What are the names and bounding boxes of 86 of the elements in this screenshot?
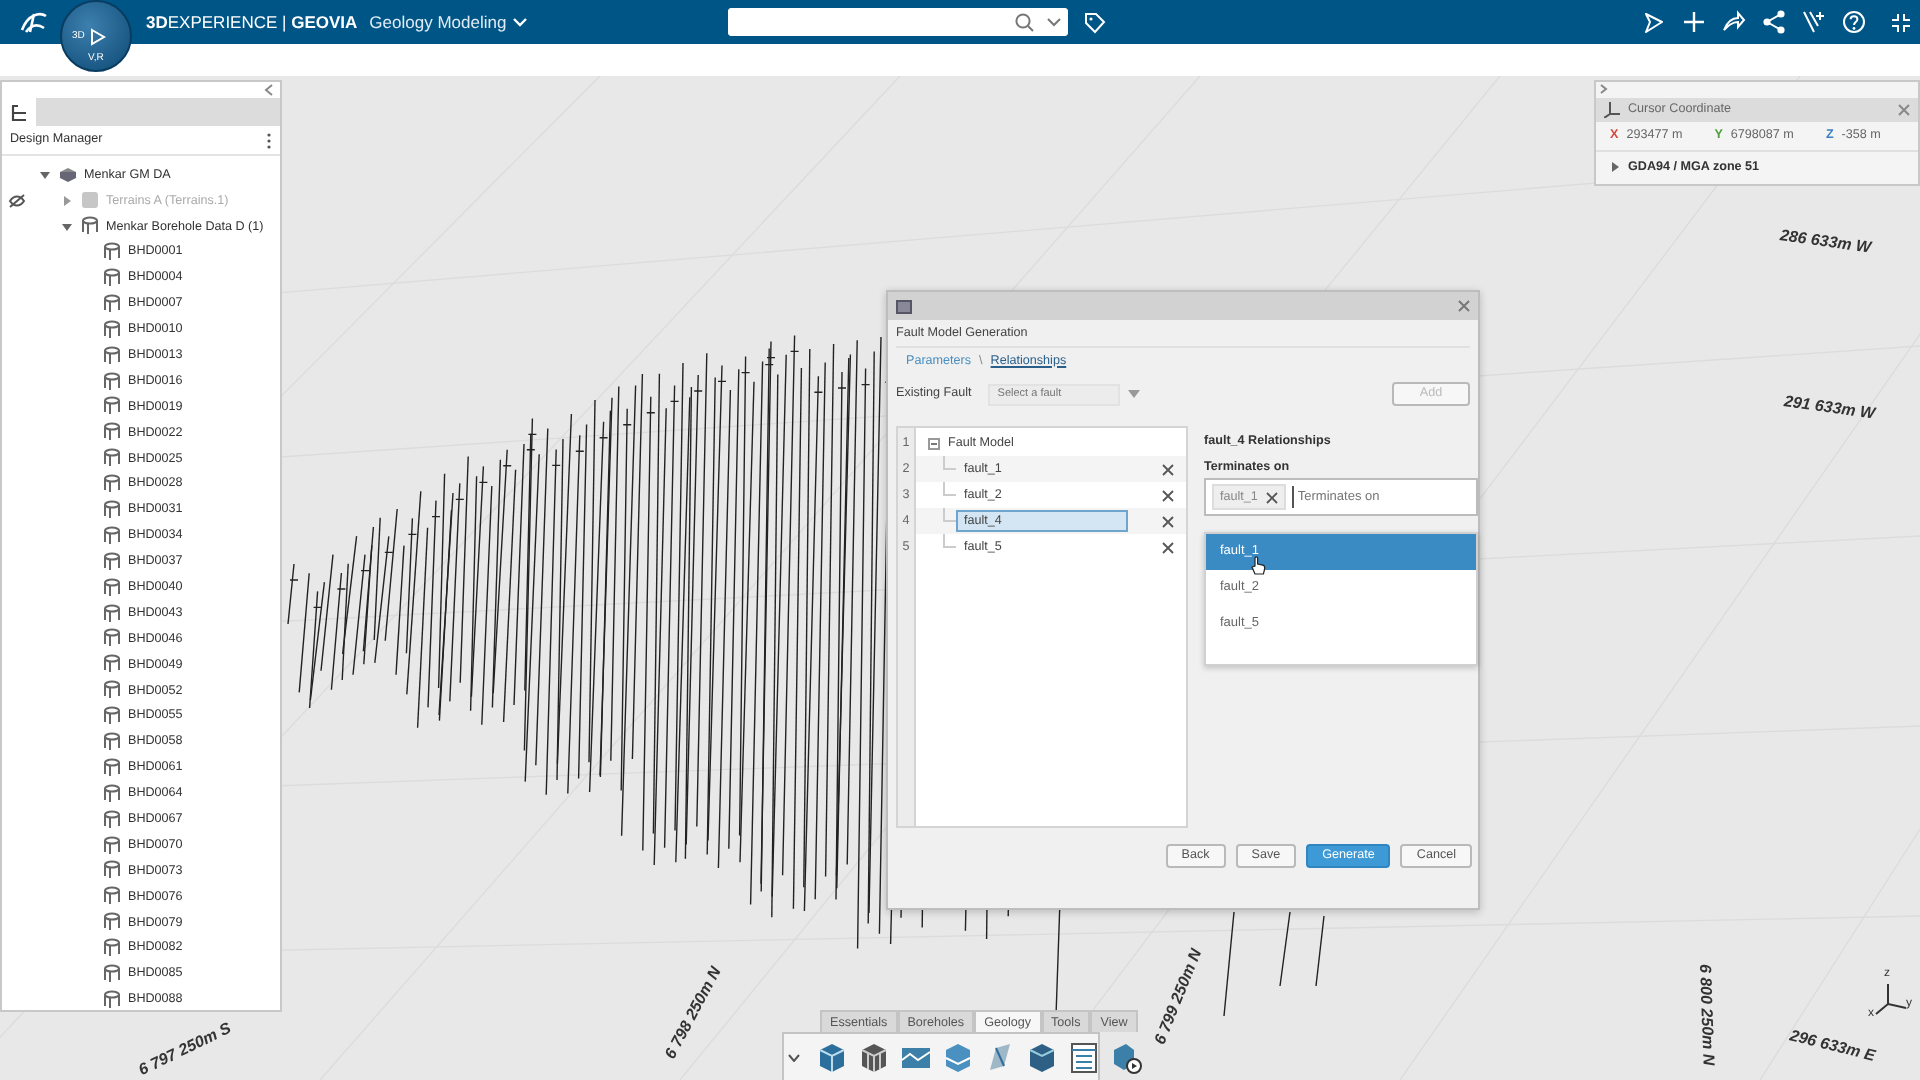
kebab-menu-icon[interactable]	[266, 131, 272, 149]
close-icon[interactable]	[1898, 104, 1910, 116]
hidden-eye-icon[interactable]	[7, 193, 25, 208]
model-icon	[58, 164, 78, 185]
remove-x-icon[interactable]	[1265, 491, 1278, 503]
axis-icon	[1604, 102, 1620, 118]
borehole-icon	[102, 732, 122, 753]
collapse-chevron-icon[interactable]	[264, 84, 274, 96]
collapse-box-icon[interactable]	[928, 437, 940, 449]
chevron-down-icon	[512, 16, 529, 28]
borehole-icon	[102, 268, 122, 288]
borehole-icon	[102, 912, 122, 933]
borehole-icon	[102, 345, 122, 366]
fullscreen-icon[interactable]	[1890, 11, 1912, 33]
remove-x-icon[interactable]	[1162, 541, 1174, 553]
borehole-icon	[102, 706, 122, 727]
borehole-icon	[102, 603, 122, 624]
axis-label: 6 798 250m N	[659, 962, 727, 1064]
axis-label: 296 633m E	[1787, 1024, 1878, 1069]
borehole-icon	[102, 835, 122, 856]
remove-x-icon[interactable]	[1162, 515, 1174, 527]
expand-chevron-icon[interactable]	[1600, 84, 1608, 94]
borehole-icon	[102, 783, 122, 804]
app-menu-button[interactable]: Geology Modeling	[365, 9, 533, 35]
borehole-icon	[102, 757, 122, 778]
axis-label: 286 633m W	[1778, 224, 1873, 261]
borehole-line	[1223, 911, 1235, 1017]
borehole-icon	[102, 448, 122, 469]
borehole-icon	[102, 964, 122, 985]
app-window-icon	[896, 299, 912, 313]
logo-icon	[16, 8, 52, 36]
expanded-triangle-icon[interactable]	[62, 221, 72, 232]
remove-x-icon[interactable]	[1162, 463, 1174, 475]
table-list-icon[interactable]	[1068, 1042, 1100, 1074]
borehole-icon	[102, 422, 122, 443]
borehole-icon	[102, 396, 122, 417]
tag-icon[interactable]	[1084, 11, 1106, 33]
borehole-icon	[102, 886, 122, 907]
borehole-line	[309, 581, 326, 701]
collapsed-triangle-icon[interactable]	[62, 195, 72, 206]
hand-cursor-icon	[1250, 556, 1266, 576]
run-model-icon[interactable]	[1110, 1042, 1142, 1074]
borehole-line	[1279, 911, 1291, 987]
caret-down-icon	[1046, 16, 1062, 28]
borehole-icon	[102, 628, 122, 649]
search-icon	[1014, 12, 1034, 32]
borehole-icon	[102, 242, 122, 263]
cube-grid-icon[interactable]	[858, 1042, 890, 1074]
share-nodes-icon[interactable]	[1762, 10, 1786, 34]
borehole-icon	[102, 500, 122, 521]
surface-block-icon[interactable]	[816, 1042, 848, 1074]
axis-label: 6 800 250m N	[1694, 963, 1720, 1066]
borehole-icon	[102, 860, 122, 881]
borehole-set-icon	[80, 216, 100, 237]
play-icon[interactable]	[90, 28, 106, 46]
tree-structure-icon	[10, 103, 28, 121]
borehole-icon	[102, 680, 122, 701]
borehole-icon	[102, 654, 122, 675]
section-view-icon[interactable]	[900, 1042, 932, 1074]
borehole-icon	[102, 525, 122, 546]
remove-x-icon[interactable]	[1162, 489, 1174, 501]
borehole-line	[1315, 915, 1325, 987]
borehole-icon	[102, 371, 122, 392]
caret-down-icon[interactable]	[788, 1054, 800, 1062]
help-icon[interactable]	[1842, 10, 1866, 34]
axis-label: 291 633m W	[1782, 390, 1877, 427]
collapsed-triangle-icon[interactable]	[1610, 162, 1620, 172]
axis-label: 6 799 250m N	[1148, 945, 1208, 1049]
expanded-triangle-icon[interactable]	[40, 169, 50, 180]
product-title: 3DEXPERIENCE | GEOVIA	[146, 9, 358, 35]
borehole-icon	[102, 474, 122, 495]
borehole-icon	[102, 989, 122, 1010]
axis-label: 6 797 250m S	[134, 1017, 236, 1080]
borehole-icon	[102, 319, 122, 340]
share-arrow-icon[interactable]	[1722, 10, 1746, 34]
layered-cube-icon[interactable]	[942, 1042, 974, 1074]
close-icon[interactable]	[1458, 300, 1470, 312]
borehole-icon	[102, 938, 122, 959]
borehole-icon	[102, 293, 122, 314]
borehole-icon	[102, 809, 122, 830]
plus-icon[interactable]	[1682, 10, 1706, 34]
borehole-icon	[102, 577, 122, 598]
terrain-icon	[80, 190, 100, 211]
fault-plane-icon[interactable]	[984, 1042, 1016, 1074]
solid-block-icon[interactable]	[1026, 1042, 1058, 1074]
borehole-icon	[102, 551, 122, 572]
